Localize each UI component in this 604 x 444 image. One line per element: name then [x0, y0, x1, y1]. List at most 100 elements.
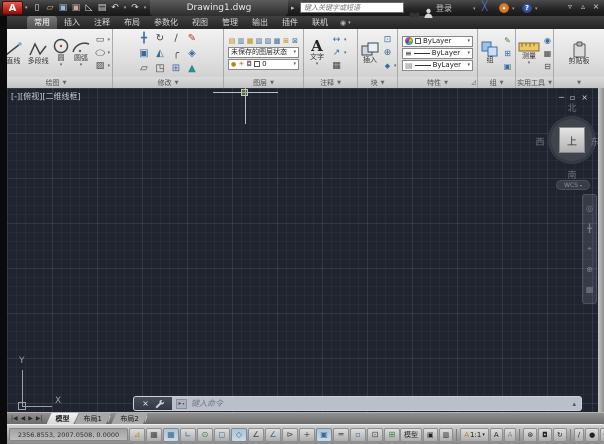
tab-insert[interactable]: 插入 — [57, 16, 87, 29]
transparency-toggle[interactable]: ▫ — [350, 428, 366, 442]
rectangle-caret-icon[interactable]: ▾ — [107, 37, 110, 43]
quick-view-layouts-icon[interactable]: ▣ — [423, 428, 438, 442]
ellipse-icon[interactable]: ◯ — [93, 49, 106, 57]
layer-tool-icon[interactable]: ▤ — [228, 37, 236, 46]
utilities-panel-label[interactable]: 实用工具 ▼ — [516, 77, 553, 88]
tray-bulb-icon[interactable]: ● — [585, 428, 599, 442]
tab-plugins[interactable]: 插件 — [275, 16, 305, 29]
smooth-icon[interactable]: ▲ — [184, 61, 200, 76]
plot-icon[interactable]: ▤ — [96, 1, 108, 14]
otrack-toggle[interactable]: ∠ — [265, 428, 281, 442]
erase-icon[interactable]: ✎ — [184, 31, 200, 46]
dimension-caret-icon[interactable]: ▾ — [344, 37, 347, 43]
dimension-icon[interactable]: ↔ — [330, 34, 343, 46]
fillet-icon[interactable]: ╭ — [168, 46, 184, 61]
polyline-button[interactable]: 多段线 — [25, 41, 52, 66]
communication-center-icon[interactable]: ▴ — [499, 3, 509, 13]
block-attr-icon[interactable]: ◆ — [382, 60, 393, 72]
viewport-controls-label[interactable]: [-][俯视][二维线框] — [11, 91, 81, 102]
tray-caret-icon[interactable]: ▾ — [600, 428, 604, 442]
new-icon[interactable]: ▯ — [31, 1, 43, 14]
tab-online[interactable]: 联机 — [305, 16, 335, 29]
layer-lock-icon[interactable]: ◘ — [247, 60, 253, 68]
copy-icon[interactable]: ▣ — [136, 46, 152, 61]
osnap-3d-toggle[interactable]: ∠ — [248, 428, 264, 442]
signin-label[interactable]: 登录 — [436, 3, 452, 14]
object-color-dropdown[interactable]: ByLayer ▾ — [402, 36, 473, 47]
viewcube-top-face[interactable]: 上 — [559, 127, 585, 153]
command-prompt-icon[interactable]: ▸ ▾ — [176, 399, 187, 409]
layer-tool-icon[interactable]: ▩ — [273, 37, 281, 46]
quick-view-drawings-icon[interactable]: ▥ — [439, 428, 454, 442]
layer-dropdown[interactable]: ● ☀ ◘ 0 ▾ — [228, 59, 299, 70]
orbit-icon[interactable]: ⊕ — [586, 265, 593, 274]
tab-home[interactable]: 常用 — [27, 16, 57, 29]
ducs-toggle[interactable]: ⊳ — [282, 428, 298, 442]
open-icon[interactable]: ▱ — [44, 1, 56, 14]
id-point-icon[interactable]: ⊟ — [542, 60, 553, 72]
arc-caret-icon[interactable]: ▾ — [80, 63, 83, 69]
text-button[interactable]: A 文字 ▾ — [306, 39, 328, 67]
help-caret-icon[interactable]: ▾ — [535, 6, 538, 12]
grid-toggle[interactable]: ▦ — [163, 428, 179, 442]
tab-parametric[interactable]: 参数化 — [147, 16, 185, 29]
stretch-icon[interactable]: ▱ — [136, 61, 152, 76]
autoscale-icon[interactable]: A — [504, 428, 517, 442]
next-layout-icon[interactable]: ▶ — [28, 415, 33, 422]
block-panel-label[interactable]: 块 ▼ — [358, 77, 397, 88]
minimize-button[interactable]: ▿ — [565, 1, 575, 12]
ribbon-minimize-toggle[interactable]: ◉ ▾ — [340, 16, 351, 29]
maximize-button[interactable]: ▵ — [578, 1, 588, 12]
calculator-icon[interactable]: ▦ — [542, 47, 553, 59]
edit-block-icon[interactable]: ⊕ — [382, 47, 393, 59]
isolate-objects-icon[interactable]: ∕ — [574, 428, 584, 442]
text-caret-icon[interactable]: ▾ — [316, 62, 319, 68]
layer-tool-icon[interactable]: ▨ — [264, 37, 272, 46]
command-input[interactable]: ▸ ▾ 键入命令 ▴ — [172, 397, 581, 410]
undo-icon[interactable]: ↶ — [109, 1, 121, 14]
properties-dialog-launcher-icon[interactable]: ◿ — [471, 79, 476, 86]
coordinates-readout[interactable]: 2356.8553, 2007.0508, 0.0000 — [9, 428, 128, 441]
scale-icon[interactable]: ◳ — [152, 61, 168, 76]
first-layout-icon[interactable]: |◀ — [11, 415, 18, 422]
viewcube-west[interactable]: 西 — [534, 135, 546, 148]
last-layout-icon[interactable]: ▶| — [36, 415, 43, 422]
tab-view[interactable]: 视图 — [185, 16, 215, 29]
properties-panel-label[interactable]: 特性 ▼ — [398, 77, 477, 88]
close-button[interactable]: × — [591, 1, 601, 12]
tab-manage[interactable]: 管理 — [215, 16, 245, 29]
rotate-icon[interactable]: ↻ — [152, 31, 168, 46]
viewcube-wcs-dropdown[interactable]: WCS ▾ — [556, 180, 590, 190]
block-attr-caret-icon[interactable]: ▾ — [394, 63, 397, 69]
tab-overflow-icon[interactable]: ▸ — [291, 4, 295, 12]
measure-caret-icon[interactable]: ▾ — [528, 61, 531, 67]
selection-cycling-toggle[interactable]: ⊞ — [384, 428, 400, 442]
layer-state-dropdown[interactable]: 未保存的图层状态 ▾ — [228, 47, 299, 58]
navigation-bar[interactable]: ◎ ╋ ⌖ ⊕ ▦ — [582, 194, 597, 304]
group-button[interactable]: 组 — [480, 41, 500, 65]
prev-layout-icon[interactable]: ◀ — [21, 415, 26, 422]
dynamic-input-toggle[interactable]: ▣ — [316, 428, 332, 442]
trim-icon[interactable]: ∕ — [168, 31, 184, 46]
workspace-icon[interactable]: ◺ — [83, 1, 95, 14]
group-panel-label[interactable]: 组 ▼ — [478, 77, 515, 88]
app-menu-button[interactable]: A — [2, 1, 23, 15]
save-as-icon[interactable]: ▣ — [70, 1, 82, 14]
quick-select-icon[interactable]: ◉ — [542, 34, 553, 46]
layer-tool-icon[interactable]: ⊞ — [282, 37, 290, 46]
circle-button[interactable]: 圆 ▾ — [52, 38, 71, 68]
quick-properties-toggle[interactable]: ⊡ — [367, 428, 383, 442]
group-edit-icon[interactable]: ✎ — [502, 34, 513, 46]
app-menu-caret-icon[interactable]: ▾ — [25, 5, 28, 11]
layer-tool-icon[interactable]: ▥ — [237, 37, 245, 46]
signin-person-icon[interactable] — [424, 3, 433, 22]
toolbar-lock-icon[interactable]: ◘ — [538, 428, 552, 442]
command-line-grip[interactable]: × — [134, 397, 172, 410]
measure-button[interactable]: 测量 ▾ — [518, 40, 540, 66]
save-icon[interactable]: ▣ — [57, 1, 69, 14]
undo-caret-icon[interactable]: ▾ — [122, 1, 128, 14]
osnap-ref-toggle[interactable]: ◻ — [214, 428, 230, 442]
tab-annotate[interactable]: 注释 — [87, 16, 117, 29]
annotate-panel-label[interactable]: 注释 ▼ — [304, 77, 357, 88]
table-icon[interactable]: ▦ — [330, 60, 343, 72]
